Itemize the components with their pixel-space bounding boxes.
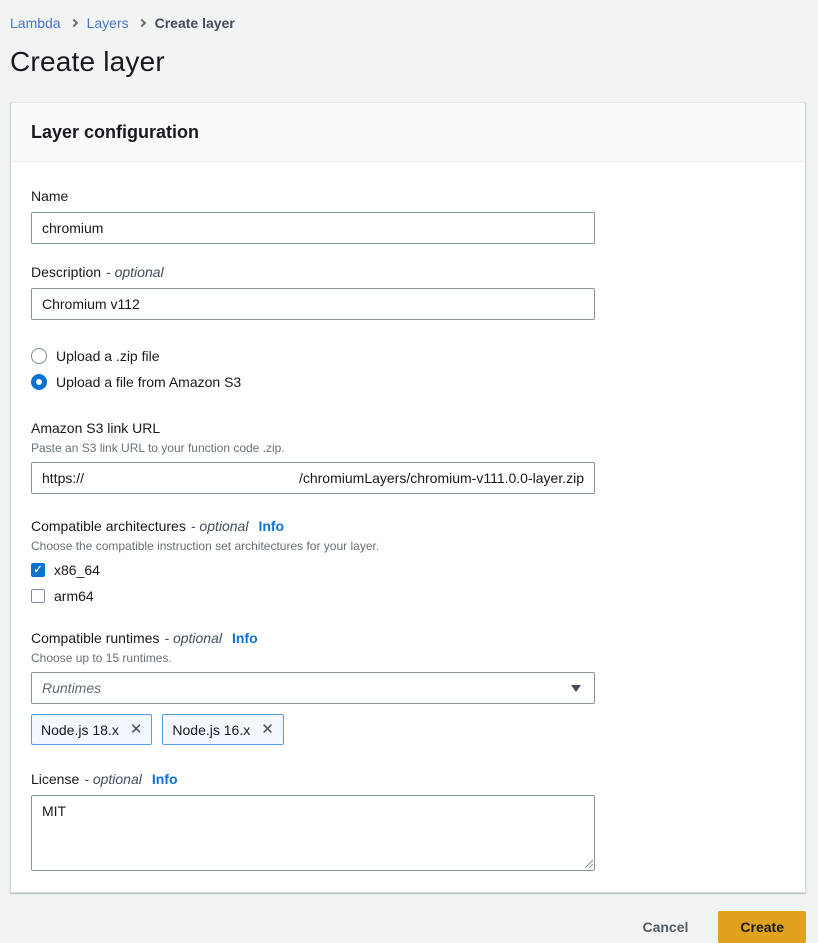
name-field: Name: [31, 186, 785, 244]
architectures-hint: Choose the compatible instruction set ar…: [31, 538, 785, 554]
cancel-button[interactable]: Cancel: [638, 913, 692, 941]
remove-token-icon[interactable]: ✕: [261, 722, 274, 737]
page-title: Create layer: [10, 45, 806, 79]
runtimes-select-placeholder: Runtimes: [42, 680, 101, 696]
s3-url-hint: Paste an S3 link URL to your function co…: [31, 440, 785, 456]
runtime-token-label: Node.js 16.x: [172, 722, 250, 738]
architectures-optional-label: - optional: [191, 516, 249, 536]
description-optional-label: - optional: [106, 262, 164, 282]
radio-upload-s3-label: Upload a file from Amazon S3: [56, 372, 241, 392]
breadcrumb: Lambda Layers Create layer: [10, 0, 806, 31]
runtimes-optional-label: - optional: [164, 628, 222, 648]
breadcrumb-link-lambda[interactable]: Lambda: [10, 15, 61, 31]
runtime-token-list: Node.js 18.x ✕ Node.js 16.x ✕: [31, 714, 785, 745]
architectures-info-link[interactable]: Info: [258, 516, 284, 536]
name-label: Name: [31, 186, 68, 206]
s3-url-label: Amazon S3 link URL: [31, 418, 160, 438]
panel-header: Layer configuration: [11, 103, 805, 162]
runtimes-hint: Choose up to 15 runtimes.: [31, 650, 785, 666]
breadcrumb-chevron-icon: [69, 19, 77, 27]
name-input[interactable]: [31, 212, 595, 244]
create-layer-page: Lambda Layers Create layer Create layer …: [0, 0, 818, 943]
breadcrumb-chevron-icon: [137, 19, 145, 27]
remove-token-icon[interactable]: ✕: [130, 722, 143, 737]
s3-url-field: Amazon S3 link URL Paste an S3 link URL …: [31, 418, 785, 494]
license-optional-label: - optional: [84, 769, 142, 789]
license-field: License - optional Info: [31, 769, 785, 871]
description-field: Description - optional: [31, 262, 785, 320]
radio-selected-icon: [31, 374, 47, 390]
runtime-token-nodejs-18: Node.js 18.x ✕: [31, 714, 152, 745]
license-textarea[interactable]: [31, 795, 595, 871]
license-label: License: [31, 769, 79, 789]
runtime-token-nodejs-16: Node.js 16.x ✕: [162, 714, 283, 745]
description-input[interactable]: [31, 288, 595, 320]
s3-url-value-end: /chromiumLayers/chromium-v111.0.0-layer.…: [299, 470, 584, 486]
radio-upload-zip-file[interactable]: Upload a .zip file: [31, 346, 785, 366]
checkbox-unchecked-icon: [31, 589, 45, 603]
radio-upload-from-s3[interactable]: Upload a file from Amazon S3: [31, 372, 785, 392]
runtimes-select[interactable]: Runtimes: [31, 672, 595, 704]
architectures-field: Compatible architectures - optional Info…: [31, 516, 785, 606]
breadcrumb-current: Create layer: [155, 15, 235, 31]
license-info-link[interactable]: Info: [152, 769, 178, 789]
upload-source-radio-group: Upload a .zip file Upload a file from Am…: [31, 346, 785, 392]
dropdown-arrow-icon: [571, 685, 581, 692]
runtime-token-label: Node.js 18.x: [41, 722, 119, 738]
radio-upload-zip-label: Upload a .zip file: [56, 346, 160, 366]
panel-title: Layer configuration: [31, 121, 785, 143]
s3-url-value-start: https://: [42, 470, 84, 486]
checkbox-x86-64[interactable]: ✓ x86_64: [31, 560, 785, 580]
layer-configuration-panel: Layer configuration Name Description - o…: [10, 102, 806, 893]
resize-handle-icon[interactable]: [583, 858, 593, 868]
runtimes-field: Compatible runtimes - optional Info Choo…: [31, 628, 785, 745]
form-actions: Cancel Create: [10, 911, 806, 943]
create-button[interactable]: Create: [718, 911, 806, 943]
architectures-label: Compatible architectures: [31, 516, 186, 536]
runtimes-info-link[interactable]: Info: [232, 628, 258, 648]
breadcrumb-link-layers[interactable]: Layers: [87, 15, 129, 31]
checkbox-checked-icon: ✓: [31, 563, 45, 577]
description-label: Description: [31, 262, 101, 282]
checkbox-x86-64-label: x86_64: [54, 560, 100, 580]
runtimes-label: Compatible runtimes: [31, 628, 159, 648]
checkbox-arm64-label: arm64: [54, 586, 94, 606]
radio-unselected-icon: [31, 348, 47, 364]
checkbox-arm64[interactable]: arm64: [31, 586, 785, 606]
panel-body: Name Description - optional Upload a .zi…: [11, 162, 805, 892]
s3-url-input[interactable]: https:// /chromiumLayers/chromium-v111.0…: [31, 462, 595, 494]
